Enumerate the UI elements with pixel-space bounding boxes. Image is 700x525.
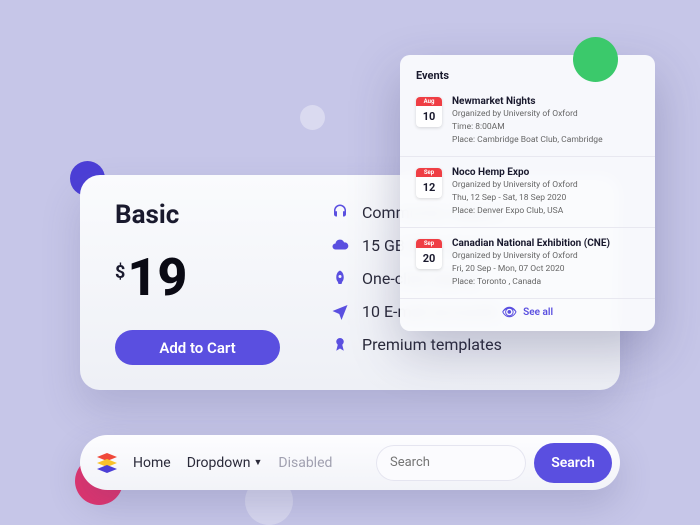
add-to-cart-button[interactable]: Add to Cart: [115, 330, 280, 365]
decoration-circle: [300, 105, 325, 130]
see-all-link[interactable]: 👁 See all: [400, 299, 655, 321]
nav-disabled: Disabled: [278, 455, 332, 471]
event-date: Thu, 12 Sep - Sat, 18 Sep 2020: [452, 193, 578, 204]
headset-icon: [330, 202, 350, 222]
logo-icon: [95, 452, 119, 474]
event-organizer: Organized by University of Oxford: [452, 180, 578, 191]
event-name: Newmarket Nights: [452, 96, 603, 107]
event-name: Canadian National Exhibition (CNE): [452, 238, 610, 249]
search-button[interactable]: Search: [534, 443, 612, 483]
see-all-label: See all: [523, 307, 553, 318]
eye-icon: 👁: [502, 305, 517, 319]
calendar-month: Aug: [416, 97, 442, 106]
event-organizer: Organized by University of Oxford: [452, 109, 603, 120]
calendar-day: 10: [416, 106, 442, 127]
decoration-circle: [573, 37, 618, 82]
calendar-badge: Sep 20: [416, 239, 442, 269]
nav-dropdown-label: Dropdown: [187, 455, 251, 471]
event-place: Place: Toronto , Canada: [452, 277, 610, 288]
calendar-badge: Aug 10: [416, 97, 442, 127]
medal-icon: [330, 334, 350, 354]
calendar-month: Sep: [416, 239, 442, 248]
search-input[interactable]: [376, 445, 526, 481]
events-title: Events: [400, 69, 655, 86]
calendar-day: 20: [416, 248, 442, 269]
event-name: Noco Hemp Expo: [452, 167, 578, 178]
event-organizer: Organized by University of Oxford: [452, 251, 610, 262]
feature-item: Premium templates: [330, 334, 590, 354]
nav-dropdown[interactable]: Dropdown ▼: [187, 455, 263, 471]
price-value: 19: [127, 252, 187, 304]
event-item[interactable]: Sep 12 Noco Hemp Expo Organized by Unive…: [400, 157, 655, 228]
price: $ 19: [115, 252, 315, 304]
plane-icon: [330, 301, 350, 321]
nav-home[interactable]: Home: [133, 455, 171, 471]
navbar: Home Dropdown ▼ Disabled Search: [80, 435, 620, 490]
calendar-month: Sep: [416, 168, 442, 177]
chevron-down-icon: ▼: [253, 457, 262, 468]
currency-symbol: $: [115, 262, 125, 283]
event-date: Fri, 20 Sep - Mon, 07 Oct 2020: [452, 264, 610, 275]
event-place: Place: Denver Expo Club, USA: [452, 206, 578, 217]
calendar-badge: Sep 12: [416, 168, 442, 198]
rocket-icon: [330, 268, 350, 288]
events-panel: Events Aug 10 Newmarket Nights Organized…: [400, 55, 655, 331]
calendar-day: 12: [416, 177, 442, 198]
event-item[interactable]: Sep 20 Canadian National Exhibition (CNE…: [400, 228, 655, 299]
feature-label: Premium templates: [362, 335, 502, 354]
plan-name: Basic: [115, 200, 315, 230]
event-place: Place: Cambridge Boat Club, Cambridge: [452, 135, 603, 146]
event-item[interactable]: Aug 10 Newmarket Nights Organized by Uni…: [400, 86, 655, 157]
event-time: Time: 8:00AM: [452, 122, 603, 133]
cloud-icon: [330, 235, 350, 255]
